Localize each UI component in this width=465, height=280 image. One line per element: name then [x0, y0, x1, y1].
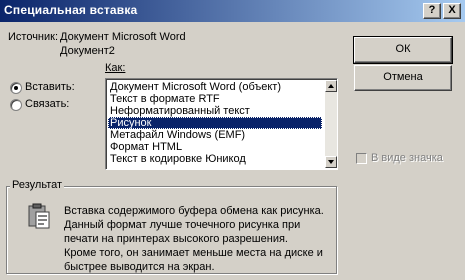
display-as-icon-checkbox[interactable]: [356, 153, 367, 164]
source-document: Документ2: [60, 45, 115, 57]
format-listbox[interactable]: Документ Microsoft Word (объект) Текст в…: [105, 78, 338, 170]
scroll-up-button[interactable]: [325, 80, 337, 92]
format-item[interactable]: Документ Microsoft Word (объект): [108, 81, 322, 93]
format-item[interactable]: Неформатированный текст: [108, 105, 322, 117]
format-item[interactable]: Метафайл Windows (EMF): [108, 129, 322, 141]
arrow-down-icon: [328, 160, 334, 164]
format-list: Документ Microsoft Word (объект) Текст в…: [108, 81, 322, 165]
format-item[interactable]: Формат HTML: [108, 141, 322, 153]
format-item[interactable]: Текст в формате RTF: [108, 93, 322, 105]
result-line: Кроме того, он занимает меньше места на …: [64, 247, 323, 259]
display-as-icon-label: В виде значка: [371, 152, 443, 164]
result-line: печати на принтерах высокого разрешения.: [64, 233, 288, 245]
format-item-selected[interactable]: Рисунок: [108, 117, 322, 129]
as-label: Как:: [105, 62, 126, 74]
cancel-button[interactable]: Отмена: [354, 65, 452, 91]
title-bar[interactable]: Специальная вставка ? X: [0, 0, 465, 22]
arrow-up-icon: [328, 84, 334, 88]
paste-link-radio[interactable]: [10, 99, 22, 111]
window-title: Специальная вставка: [4, 3, 138, 17]
result-description: Вставка содержимого буфера обмена как ри…: [64, 204, 332, 274]
clipboard-icon: [28, 203, 50, 229]
scroll-down-button[interactable]: [325, 156, 337, 168]
ok-button[interactable]: ОК: [353, 36, 453, 64]
result-line: Вставка содержимого буфера обмена как ри…: [64, 205, 324, 217]
format-list-scrollbar[interactable]: [325, 80, 337, 168]
close-button[interactable]: X: [443, 3, 461, 19]
help-button[interactable]: ?: [423, 3, 441, 19]
paste-radio[interactable]: [10, 82, 22, 94]
format-item[interactable]: Текст в кодировке Юникод: [108, 153, 322, 165]
source-label: Источник:: [8, 31, 59, 43]
result-label: Результат: [10, 179, 65, 191]
result-line: быстрее выводится на экран.: [64, 261, 215, 273]
result-line: Данный формат лучше точечного рисунка пр…: [64, 219, 301, 231]
source-name: Документ Microsoft Word: [60, 31, 186, 43]
paste-link-radio-label: Связать:: [25, 98, 70, 110]
paste-radio-label: Вставить:: [25, 81, 75, 93]
